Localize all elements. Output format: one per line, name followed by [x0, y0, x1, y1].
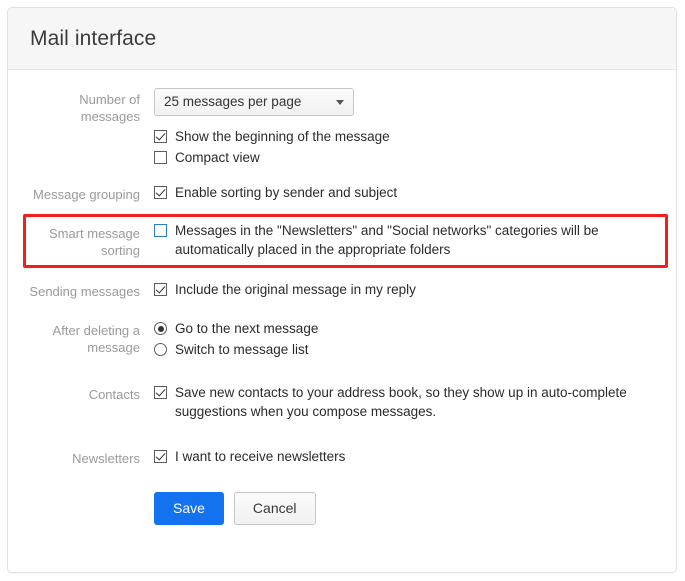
- checkbox-show-beginning-label[interactable]: Show the beginning of the message: [175, 127, 390, 146]
- row-contacts: Contacts Save new contacts to your addre…: [8, 383, 676, 423]
- option-compact-view[interactable]: Compact view: [154, 148, 666, 167]
- row-message-display-options: Show the beginning of the message Compac…: [8, 127, 676, 169]
- checkbox-receive-newsletters-label[interactable]: I want to receive newsletters: [175, 447, 345, 466]
- checkbox-enable-sorting-icon[interactable]: [154, 186, 167, 199]
- row-sending-messages: Sending messages Include the original me…: [8, 280, 676, 301]
- cancel-button[interactable]: Cancel: [233, 492, 316, 525]
- field-message-display-options: Show the beginning of the message Compac…: [154, 127, 666, 169]
- label-contacts: Contacts: [88, 387, 140, 402]
- save-button[interactable]: Save: [154, 492, 224, 525]
- row-message-grouping: Message grouping Enable sorting by sende…: [8, 183, 676, 204]
- option-save-new-contacts[interactable]: Save new contacts to your address book, …: [154, 383, 666, 421]
- field-message-grouping: Enable sorting by sender and subject: [154, 183, 666, 204]
- checkbox-smart-sorting-label[interactable]: Messages in the "Newsletters" and "Socia…: [175, 221, 658, 259]
- checkbox-compact-view-icon[interactable]: [154, 151, 167, 164]
- label-newsletters: Newsletters: [72, 451, 140, 466]
- option-show-beginning[interactable]: Show the beginning of the message: [154, 127, 666, 146]
- row-smart-message-sorting: Smart message sorting Messages in the "N…: [8, 214, 676, 268]
- field-newsletters: I want to receive newsletters: [154, 447, 666, 468]
- settings-panel: Mail interface Number of messages 25 mes…: [7, 7, 677, 573]
- messages-per-page-select[interactable]: 25 messages per page: [154, 88, 354, 116]
- option-switch-to-message-list[interactable]: Switch to message list: [154, 340, 666, 359]
- option-include-original[interactable]: Include the original message in my reply: [154, 280, 666, 299]
- checkbox-show-beginning-icon[interactable]: [154, 130, 167, 143]
- option-go-to-next-message[interactable]: Go to the next message: [154, 319, 666, 338]
- field-number-of-messages: 25 messages per page: [154, 88, 666, 116]
- field-form-actions: Save Cancel: [154, 492, 666, 525]
- checkbox-receive-newsletters-icon[interactable]: [154, 450, 167, 463]
- settings-form: Number of messages 25 messages per page …: [8, 70, 676, 525]
- radio-switch-to-message-list-label[interactable]: Switch to message list: [175, 340, 309, 359]
- checkbox-smart-sorting-icon[interactable]: [154, 224, 167, 237]
- label-message-grouping: Message grouping: [33, 187, 140, 202]
- row-number-of-messages: Number of messages 25 messages per page: [8, 88, 676, 125]
- row-newsletters: Newsletters I want to receive newsletter…: [8, 447, 676, 468]
- checkbox-save-new-contacts-label[interactable]: Save new contacts to your address book, …: [175, 383, 666, 421]
- checkbox-save-new-contacts-icon[interactable]: [154, 386, 167, 399]
- label-actions-spacer: [18, 492, 154, 495]
- label-smart-message-sorting: Smart message sorting: [48, 226, 140, 258]
- field-smart-message-sorting: Messages in the "Newsletters" and "Socia…: [154, 221, 666, 261]
- messages-per-page-value: 25 messages per page: [164, 94, 302, 109]
- option-smart-sorting[interactable]: Messages in the "Newsletters" and "Socia…: [154, 221, 658, 259]
- option-enable-sorting[interactable]: Enable sorting by sender and subject: [154, 183, 666, 202]
- row-after-deleting-message: After deleting a message Go to the next …: [8, 319, 676, 361]
- checkbox-include-original-label[interactable]: Include the original message in my reply: [175, 280, 416, 299]
- page-title: Mail interface: [30, 26, 157, 50]
- label-sending-messages: Sending messages: [29, 284, 140, 299]
- row-form-actions: Save Cancel: [8, 492, 676, 525]
- checkbox-enable-sorting-label[interactable]: Enable sorting by sender and subject: [175, 183, 397, 202]
- field-sending-messages: Include the original message in my reply: [154, 280, 666, 301]
- chevron-down-icon: [336, 100, 344, 105]
- label-number-of-messages: Number of messages: [79, 92, 140, 124]
- field-contacts: Save new contacts to your address book, …: [154, 383, 666, 423]
- field-after-deleting-message: Go to the next message Switch to message…: [154, 319, 666, 361]
- option-receive-newsletters[interactable]: I want to receive newsletters: [154, 447, 666, 466]
- radio-go-to-next-message-icon[interactable]: [154, 322, 167, 335]
- checkbox-include-original-icon[interactable]: [154, 283, 167, 296]
- radio-switch-to-message-list-icon[interactable]: [154, 343, 167, 356]
- panel-header: Mail interface: [8, 8, 676, 70]
- radio-go-to-next-message-label[interactable]: Go to the next message: [175, 319, 318, 338]
- label-after-deleting-message: After deleting a message: [52, 323, 140, 355]
- label-spacer: [18, 127, 154, 130]
- checkbox-compact-view-label[interactable]: Compact view: [175, 148, 260, 167]
